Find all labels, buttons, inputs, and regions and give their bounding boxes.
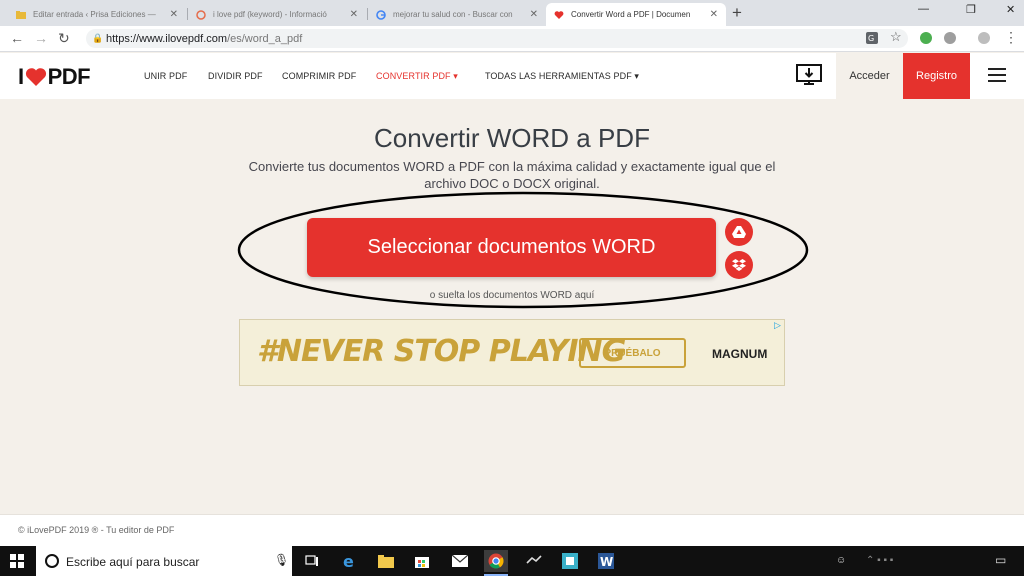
nav-todas-herramientas[interactable]: TODAS LAS HERRAMIENTAS PDF ▾ bbox=[485, 71, 639, 82]
browser-tab[interactable]: mejorar tu salud con - Buscar con ✕ bbox=[368, 3, 546, 26]
logo-text: PDF bbox=[47, 64, 91, 89]
browser-menu-icon[interactable]: ⋮ bbox=[1004, 29, 1018, 46]
taskbar-search-placeholder: Escribe aquí para buscar bbox=[66, 555, 200, 569]
address-bar[interactable]: 🔒 https://www.ilovepdf.com/es/word_a_pdf bbox=[86, 29, 908, 48]
forward-arrow-icon[interactable]: → bbox=[34, 30, 48, 46]
extension-icon[interactable] bbox=[944, 32, 956, 44]
file-explorer-icon[interactable] bbox=[374, 550, 398, 572]
tab-close-icon[interactable]: ✕ bbox=[710, 9, 718, 20]
minimize-icon[interactable]: — bbox=[918, 3, 929, 15]
site-header: I PDF UNIR PDF DIVIDIR PDF COMPRIMIR PDF… bbox=[0, 53, 1024, 99]
tray-icons[interactable]: ⌃ ▪ ▪ ▪ bbox=[866, 555, 893, 566]
browser-tab[interactable]: Editar entrada ‹ Prisa Ediciones — ✕ bbox=[8, 3, 186, 26]
search-tool-icon bbox=[196, 9, 206, 20]
taskbar-search-box[interactable]: Escribe aquí para buscar 🎙 bbox=[36, 546, 292, 576]
app-icon[interactable] bbox=[522, 550, 546, 572]
mail-icon[interactable] bbox=[448, 550, 472, 572]
logo-letter: I bbox=[18, 64, 24, 89]
profile-avatar-icon[interactable] bbox=[978, 32, 990, 44]
page-title: Convertir WORD a PDF bbox=[374, 123, 650, 153]
cortana-icon bbox=[45, 554, 59, 568]
svg-text:e: e bbox=[343, 553, 354, 569]
url-host: https://www.ilovepdf.com bbox=[106, 33, 228, 45]
ad-slogan: #NEVER STOP PLAYING bbox=[257, 334, 626, 369]
svg-text:W: W bbox=[600, 555, 613, 569]
back-arrow-icon[interactable]: ← bbox=[10, 30, 24, 46]
url-text: https://www.ilovepdf.com/es/word_a_pdf bbox=[106, 33, 302, 45]
site-footer: © iLovePDF 2019 ® - Tu editor de PDF bbox=[0, 514, 1024, 546]
nav-dividir-pdf[interactable]: DIVIDIR PDF bbox=[208, 71, 263, 81]
ad-cta-button[interactable]: PRUÉBALO bbox=[579, 338, 686, 368]
word-icon[interactable]: W bbox=[594, 550, 618, 572]
footer-copyright: © iLovePDF 2019 ® - Tu editor de PDF bbox=[18, 525, 175, 535]
task-view-icon[interactable] bbox=[300, 550, 324, 572]
tab-title: Convertir Word a PDF | Documen bbox=[571, 10, 691, 19]
page-subtitle: Convierte tus documentos WORD a PDF con … bbox=[212, 158, 812, 192]
browser-tab[interactable]: i love pdf (keyword) - Informació ✕ bbox=[188, 3, 366, 26]
nav-convertir-pdf[interactable]: CONVERTIR PDF ▾ bbox=[376, 71, 458, 82]
new-tab-icon[interactable]: + bbox=[732, 3, 742, 23]
tab-close-icon[interactable]: ✕ bbox=[530, 9, 538, 20]
edge-browser-icon[interactable]: e bbox=[338, 550, 362, 572]
tab-title: i love pdf (keyword) - Informació bbox=[213, 10, 327, 19]
folder-icon bbox=[16, 10, 26, 19]
tab-close-icon[interactable]: ✕ bbox=[350, 9, 358, 20]
windows-taskbar: Escribe aquí para buscar 🎙 e W ☺ ⌃ ▪ ▪ ▪… bbox=[0, 546, 1024, 576]
browser-tabstrip: Editar entrada ‹ Prisa Ediciones — ✕ i l… bbox=[0, 0, 1024, 26]
subtitle-line: Convierte tus documentos WORD a PDF con … bbox=[248, 159, 776, 174]
ilovepdf-logo[interactable]: I PDF bbox=[18, 64, 91, 90]
lock-icon: 🔒 bbox=[92, 33, 104, 43]
translate-icon[interactable]: G bbox=[866, 32, 878, 44]
tab-close-icon[interactable]: ✕ bbox=[170, 9, 178, 20]
store-icon[interactable] bbox=[410, 550, 434, 572]
svg-text:G: G bbox=[868, 34, 874, 43]
url-path: /es/word_a_pdf bbox=[227, 33, 303, 45]
browser-tab-active[interactable]: Convertir Word a PDF | Documen ✕ bbox=[546, 3, 726, 26]
nav-unir-pdf[interactable]: UNIR PDF bbox=[144, 71, 187, 81]
extension-icon[interactable] bbox=[920, 32, 932, 44]
ad-brand: MAGNUM bbox=[712, 347, 768, 361]
login-button[interactable]: Acceder bbox=[836, 53, 903, 99]
ad-banner[interactable]: #NEVER STOP PLAYING PRUÉBALO MAGNUM ▷ bbox=[239, 319, 785, 386]
tab-title: Editar entrada ‹ Prisa Ediciones — bbox=[33, 10, 156, 19]
hamburger-menu-icon[interactable] bbox=[988, 68, 1006, 82]
browser-toolbar: ← → ↻ 🔒 https://www.ilovepdf.com/es/word… bbox=[0, 26, 1024, 52]
microphone-icon[interactable]: 🎙 bbox=[274, 553, 289, 567]
google-icon bbox=[376, 9, 386, 20]
reload-icon[interactable]: ↻ bbox=[58, 30, 70, 47]
chrome-taskbar-icon[interactable] bbox=[484, 550, 508, 576]
adchoices-icon[interactable]: ▷ bbox=[774, 320, 781, 331]
desktop-app-icon[interactable] bbox=[796, 64, 822, 88]
tab-title: mejorar tu salud con - Buscar con bbox=[393, 10, 513, 19]
ilovepdf-heart-icon bbox=[554, 10, 564, 19]
heart-logo-icon bbox=[25, 68, 46, 86]
windows-start-icon[interactable] bbox=[10, 554, 24, 568]
people-icon[interactable]: ☺ bbox=[836, 555, 846, 566]
window-close-icon[interactable]: ✕ bbox=[1006, 3, 1015, 16]
annotation-ellipse bbox=[237, 191, 809, 309]
nav-comprimir-pdf[interactable]: COMPRIMIR PDF bbox=[282, 71, 356, 81]
bookmark-star-icon[interactable]: ☆ bbox=[890, 29, 902, 45]
restore-icon[interactable]: ❐ bbox=[966, 3, 976, 16]
app-icon[interactable] bbox=[558, 550, 582, 572]
register-button[interactable]: Registro bbox=[903, 53, 970, 99]
notification-icon[interactable]: ▭ bbox=[995, 553, 1006, 567]
